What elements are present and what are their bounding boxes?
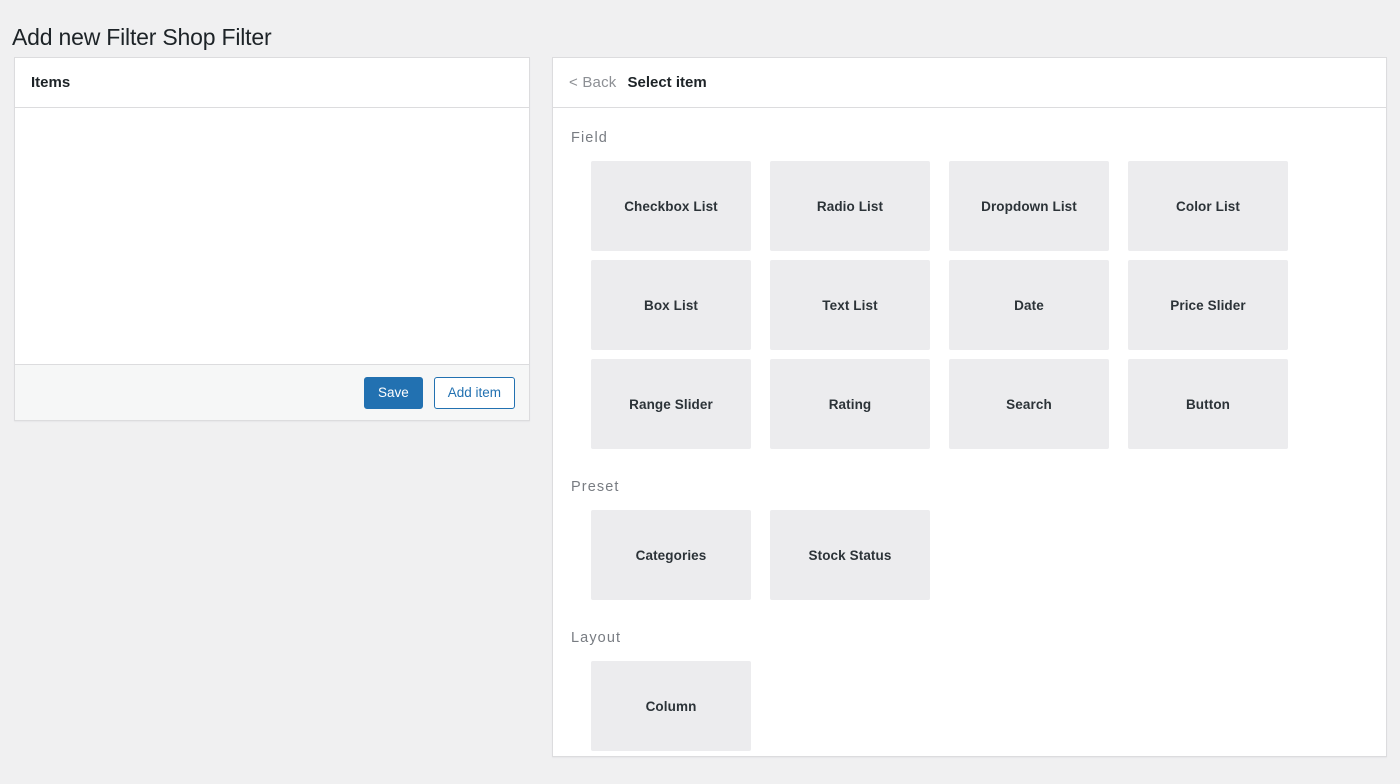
item-tile-categories[interactable]: Categories bbox=[591, 510, 751, 600]
item-tile-grid: Checkbox List Radio List Dropdown List Colo… bbox=[553, 161, 1386, 449]
item-group-preset: Preset Categories Stock Status bbox=[553, 479, 1386, 600]
select-item-body: Field Checkbox List Radio List Dropdown Lis… bbox=[553, 108, 1386, 756]
item-group-field: Field Checkbox List Radio List Dropdown Lis… bbox=[553, 130, 1386, 449]
item-tile-price-slider[interactable]: Price Slider bbox=[1128, 260, 1288, 350]
item-tile-stock-status[interactable]: Stock Status bbox=[770, 510, 930, 600]
item-tile-grid: Categories Stock Status bbox=[553, 510, 1386, 600]
items-panel-footer: Save Add item bbox=[15, 364, 529, 420]
item-tile-rating[interactable]: Rating bbox=[770, 359, 930, 449]
item-tile-column[interactable]: Column bbox=[591, 661, 751, 751]
items-panel-header: Items bbox=[15, 58, 529, 108]
page-title: Add new Filter Shop Filter bbox=[12, 24, 272, 51]
item-tile-range-slider[interactable]: Range Slider bbox=[591, 359, 751, 449]
item-tile-dropdown-list[interactable]: Dropdown List bbox=[949, 161, 1109, 251]
select-item-panel: < Back Select item Field Checkbox List Rad… bbox=[552, 57, 1387, 757]
item-group-layout: Layout Column bbox=[553, 630, 1386, 751]
item-tile-search[interactable]: Search bbox=[949, 359, 1109, 449]
add-item-button[interactable]: Add item bbox=[433, 376, 515, 409]
select-item-title: Select item bbox=[627, 74, 707, 91]
item-tile-date[interactable]: Date bbox=[949, 260, 1109, 350]
item-tile-button[interactable]: Button bbox=[1128, 359, 1288, 449]
back-link[interactable]: < Back bbox=[569, 74, 616, 91]
select-item-header: < Back Select item bbox=[553, 58, 1386, 108]
item-tile-grid: Column bbox=[553, 661, 1386, 751]
group-label: Preset bbox=[571, 479, 620, 495]
item-tile-checkbox-list[interactable]: Checkbox List bbox=[591, 161, 751, 251]
items-panel: Items Save Add item bbox=[14, 57, 530, 421]
save-button[interactable]: Save bbox=[363, 376, 423, 409]
item-tile-radio-list[interactable]: Radio List bbox=[770, 161, 930, 251]
items-panel-title: Items bbox=[31, 74, 71, 91]
group-label: Field bbox=[571, 130, 608, 146]
items-list-area[interactable] bbox=[15, 108, 529, 364]
group-label: Layout bbox=[571, 630, 622, 646]
item-tile-box-list[interactable]: Box List bbox=[591, 260, 751, 350]
item-tile-text-list[interactable]: Text List bbox=[770, 260, 930, 350]
item-tile-color-list[interactable]: Color List bbox=[1128, 161, 1288, 251]
